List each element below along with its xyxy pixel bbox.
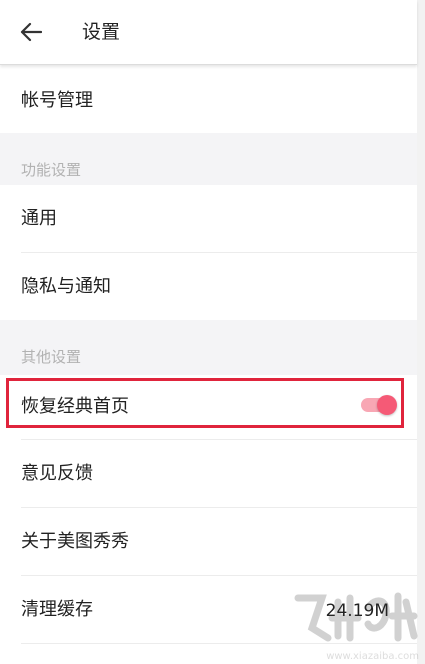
page-title: 设置 xyxy=(82,21,121,43)
watermark-glyph-icon xyxy=(294,592,418,642)
settings-item-label: 关于美图秀秀 xyxy=(21,531,129,552)
settings-item-feedback[interactable]: 意见反馈 xyxy=(0,440,417,508)
top-bar: 设置 xyxy=(0,0,417,65)
section-header-other: 其他设置 xyxy=(0,320,417,375)
settings-item-label: 恢复经典首页 xyxy=(21,396,129,417)
section-label: 功能设置 xyxy=(21,161,82,179)
watermark-logo: www.xiazaiba.com xyxy=(288,588,423,664)
back-button[interactable] xyxy=(14,16,54,48)
arrow-left-icon xyxy=(20,22,42,42)
settings-item-account[interactable]: 帐号管理 xyxy=(0,65,417,133)
settings-item-general[interactable]: 通用 xyxy=(0,185,417,253)
settings-item-label: 隐私与通知 xyxy=(21,276,111,297)
settings-item-label: 通用 xyxy=(21,208,57,229)
settings-item-label: 清理缓存 xyxy=(21,599,93,620)
right-edge xyxy=(417,0,425,664)
settings-item-label: 帐号管理 xyxy=(21,90,93,111)
section-header-function: 功能设置 xyxy=(0,133,417,185)
settings-item-classic-home[interactable]: 恢复经典首页 xyxy=(0,375,417,440)
watermark-text: www.xiazaiba.com xyxy=(326,651,419,662)
settings-item-label: 意见反馈 xyxy=(21,463,93,484)
settings-item-privacy[interactable]: 隐私与通知 xyxy=(0,253,417,320)
section-label: 其他设置 xyxy=(21,348,82,366)
classic-home-toggle[interactable] xyxy=(361,395,399,415)
toggle-thumb xyxy=(377,395,397,415)
settings-item-about[interactable]: 关于美图秀秀 xyxy=(0,508,417,576)
